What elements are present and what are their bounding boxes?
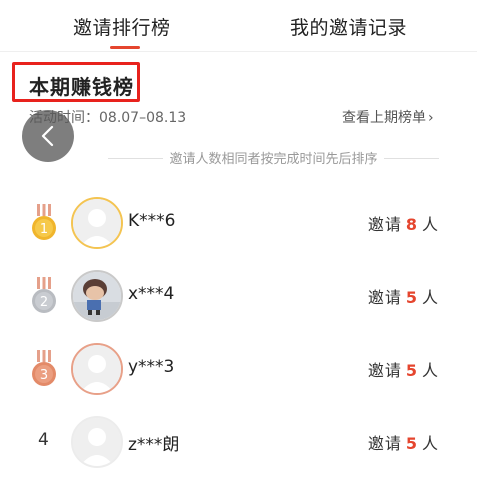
ranking-row: 4 z***朗 邀请 5 人 [0, 412, 477, 472]
tab-bar: 邀请排行榜 我的邀请记录 [0, 0, 477, 52]
gold-medal-icon: 1 [32, 204, 56, 240]
invite-unit: 人 [421, 361, 439, 380]
invite-count: 邀请 5 人 [368, 357, 439, 381]
avatar [71, 270, 123, 322]
sort-note-text: 邀请人数相同者按完成时间先后排序 [163, 152, 384, 167]
invite-number: 5 [405, 434, 418, 453]
chevron-right-icon: › [428, 110, 434, 126]
ranking-row: 1 K***6 邀请 8 人 [0, 193, 477, 253]
invite-count: 邀请 5 人 [368, 284, 439, 308]
active-tab-indicator [110, 46, 140, 49]
avatar [71, 343, 123, 395]
back-button[interactable] [22, 110, 74, 162]
invite-count: 邀请 5 人 [368, 430, 439, 454]
invite-count: 邀请 8 人 [368, 211, 439, 235]
rank-number: 4 [38, 430, 49, 450]
invite-label: 邀请 [367, 434, 402, 453]
username: x***4 [128, 284, 175, 304]
page-title: 本期赚钱榜 [29, 75, 134, 99]
invite-number: 8 [405, 215, 418, 234]
invite-unit: 人 [421, 434, 439, 453]
invite-label: 邀请 [367, 215, 402, 234]
invite-label: 邀请 [367, 361, 402, 380]
chevron-left-icon [41, 125, 54, 147]
avatar [71, 197, 123, 249]
invite-label: 邀请 [367, 288, 402, 307]
bronze-medal-icon: 3 [32, 350, 56, 386]
ranking-row: 2 x***4 邀请 5 人 [0, 266, 477, 326]
svg-text:2: 2 [40, 295, 48, 310]
invite-unit: 人 [421, 215, 439, 234]
ranking-row: 3 y***3 邀请 5 人 [0, 339, 477, 399]
username: K***6 [128, 211, 176, 231]
view-previous-ranking-link[interactable]: 查看上期榜单 › [342, 107, 434, 127]
sort-note: 邀请人数相同者按完成时间先后排序 [108, 148, 439, 168]
svg-text:1: 1 [40, 222, 48, 237]
invite-number: 5 [405, 288, 418, 307]
avatar [71, 416, 123, 468]
invite-unit: 人 [421, 288, 439, 307]
prev-link-label: 查看上期榜单 [342, 110, 426, 126]
username: y***3 [128, 357, 175, 377]
tab-invite-ranking[interactable]: 邀请排行榜 [73, 13, 171, 40]
invite-number: 5 [405, 361, 418, 380]
username: z***朗 [128, 435, 180, 455]
silver-medal-icon: 2 [32, 277, 56, 313]
tab-my-invite-records[interactable]: 我的邀请记录 [290, 13, 407, 40]
svg-text:3: 3 [40, 368, 48, 383]
